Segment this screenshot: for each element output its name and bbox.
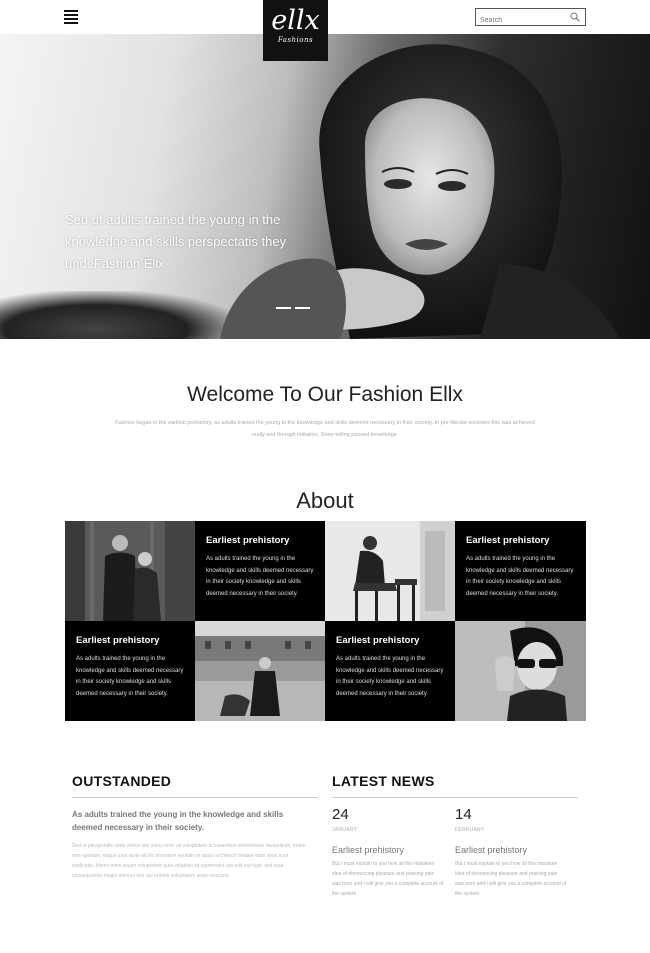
about-tile: Earliest prehistory As adults trained th… [65, 621, 195, 721]
about-tile-heading: Earliest prehistory [466, 535, 550, 546]
hero-caption: Sed ut adults trained the young in the k… [65, 212, 287, 271]
news-item: 14 FEBRUARY Earliest prehistory But I mu… [455, 806, 575, 899]
news-item: 24 JANUARY Earliest prehistory But I mus… [332, 806, 452, 899]
about-tile-heading: Earliest prehistory [76, 635, 160, 646]
latest-news-divider [332, 797, 578, 798]
logo-wordmark: ellx [271, 5, 320, 36]
slider-dot[interactable] [276, 307, 291, 309]
hamburger-menu-icon[interactable] [64, 10, 78, 24]
outstanded-heading: OUTSTANDED [72, 773, 172, 789]
about-photo-seated-woman [325, 521, 455, 621]
news-excerpt: But I must explain to you how all this m… [455, 861, 567, 897]
about-tile-text: As adults trained the young in the knowl… [206, 556, 314, 597]
about-tile-text: As adults trained the young in the knowl… [336, 656, 444, 697]
about-photo-sunglasses-woman [455, 621, 586, 721]
welcome-text: Fashion began in the earliest prehistory… [115, 420, 535, 438]
welcome-heading: Welcome To Our Fashion Ellx [187, 383, 463, 406]
search-input[interactable] [476, 12, 564, 29]
search-box [475, 8, 586, 29]
outstanded-lead: As adults trained the young in the knowl… [72, 810, 284, 832]
hero-banner: Sed ut adults trained the young in the k… [0, 34, 650, 339]
news-month: JANUARY [332, 827, 358, 833]
news-excerpt: But I must explain to you how all this m… [332, 861, 444, 897]
slider-dot[interactable] [295, 307, 310, 309]
about-tile: Earliest prehistory As adults trained th… [195, 521, 325, 621]
latest-news-heading: LATEST NEWS [332, 773, 435, 789]
news-day: 14 [455, 806, 472, 823]
news-title-link[interactable]: Earliest prehistory [332, 845, 452, 855]
site-logo[interactable]: ellx Fashions [263, 0, 328, 61]
news-title-link[interactable]: Earliest prehistory [455, 845, 575, 855]
news-day: 24 [332, 806, 349, 823]
about-tile: Earliest prehistory As adults trained th… [325, 621, 455, 721]
about-photo-dancing-couple [65, 521, 195, 621]
about-tile-text: As adults trained the young in the knowl… [76, 656, 184, 697]
about-tile-heading: Earliest prehistory [206, 535, 290, 546]
about-photo-courtyard [195, 621, 325, 721]
outstanded-divider [72, 797, 318, 798]
outstanded-body: Sed ut perspiciatis unde omnis iste natu… [72, 843, 306, 879]
about-grid: Earliest prehistory As adults trained th… [65, 521, 586, 721]
search-icon[interactable] [570, 12, 580, 22]
about-tile-heading: Earliest prehistory [336, 635, 420, 646]
about-tile-text: As adults trained the young in the knowl… [466, 556, 574, 597]
hero-portrait-image [220, 44, 620, 339]
hero-slider-indicators [276, 296, 314, 314]
about-heading: About [296, 488, 354, 513]
about-tile: Earliest prehistory As adults trained th… [455, 521, 586, 621]
news-month: FEBRUARY [455, 827, 485, 833]
